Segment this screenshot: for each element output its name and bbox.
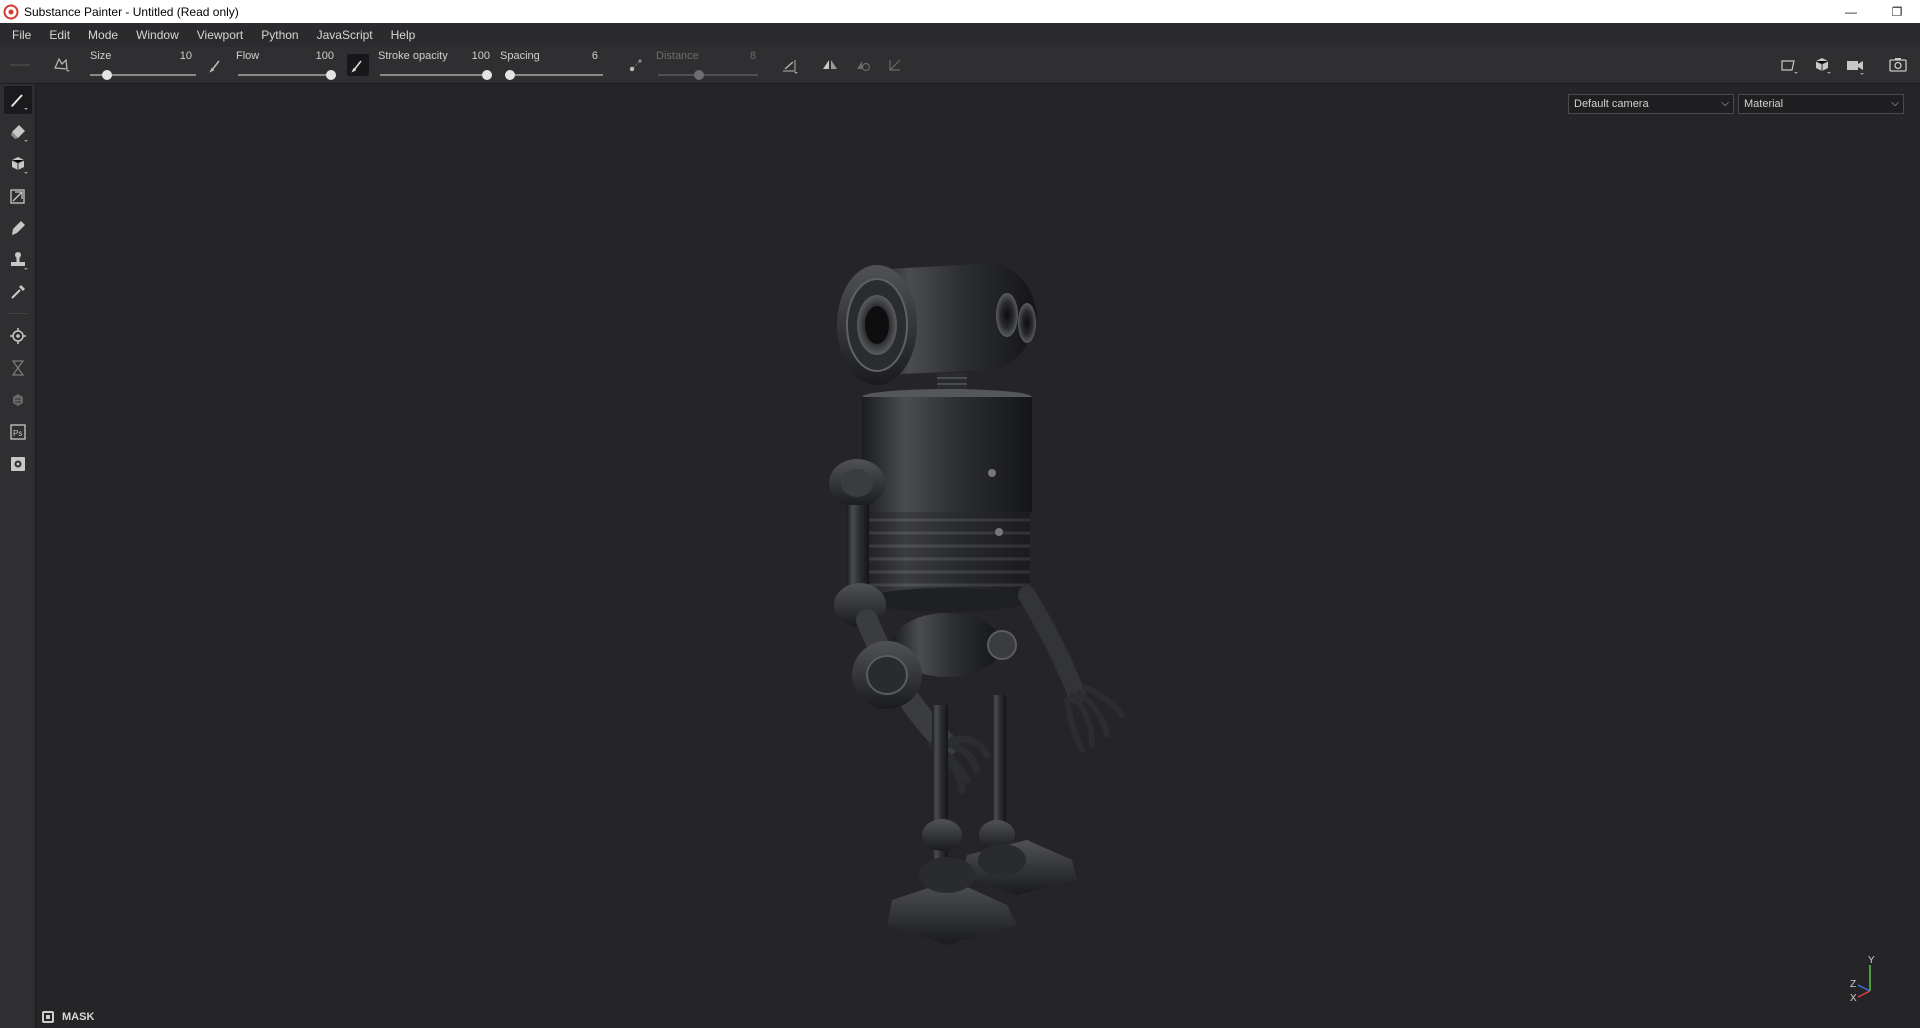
symmetry-options-icon [852, 54, 874, 76]
camera-dropdown-value: Default camera [1574, 98, 1649, 110]
chevron-down-icon: ⌵ [1891, 98, 1899, 109]
clone-stamp-icon[interactable] [4, 246, 32, 274]
tool-options-bar: Size 10 Flow 100 Stroke opacity 100 Spac… [0, 47, 1920, 84]
viewport-mode-dropdown[interactable]: Material ⌵ [1738, 94, 1904, 114]
size-slider-thumb[interactable] [101, 70, 112, 80]
menu-python[interactable]: Python [252, 23, 307, 47]
size-value[interactable]: 10 [160, 50, 192, 62]
camera-view-icon[interactable] [1844, 54, 1866, 76]
camera-dropdown[interactable]: Default camera ⌵ [1568, 94, 1734, 114]
history-icon[interactable] [4, 354, 32, 382]
menu-edit[interactable]: Edit [40, 23, 79, 47]
distance-slider [658, 70, 758, 80]
3d-view-icon[interactable] [1811, 54, 1833, 76]
axis-x-label: X [1850, 993, 1857, 1003]
spacing-slider-thumb[interactable] [505, 70, 515, 80]
mask-checkbox[interactable] [42, 1011, 54, 1023]
bake-settings-icon[interactable] [4, 322, 32, 350]
polygon-fill-icon[interactable] [4, 182, 32, 210]
menu-window[interactable]: Window [127, 23, 188, 47]
title-bar: Substance Painter - Untitled (Read only)… [0, 0, 1920, 23]
chevron-down-icon: ⌵ [1721, 98, 1729, 109]
stroke-opacity-slider[interactable] [380, 70, 492, 80]
flow-pressure-icon[interactable] [205, 54, 227, 76]
smudge-icon[interactable] [4, 214, 32, 242]
spacing-value[interactable]: 6 [566, 50, 598, 62]
photoshop-icon[interactable]: Ps [4, 418, 32, 446]
menu-bar: File Edit Mode Window Viewport Python Ja… [0, 23, 1920, 47]
menu-viewport[interactable]: Viewport [188, 23, 252, 47]
paint-brush-icon[interactable] [4, 86, 32, 114]
spacing-slider[interactable] [505, 70, 603, 80]
menu-help[interactable]: Help [382, 23, 425, 47]
export-icon[interactable] [4, 450, 32, 478]
tool-separator [8, 313, 28, 314]
lazy-mouse-icon[interactable] [625, 54, 647, 76]
stroke-settings-icon[interactable] [778, 54, 800, 76]
symmetry-icon[interactable] [819, 54, 841, 76]
align-stroke-icon [884, 54, 906, 76]
flow-slider-thumb[interactable] [326, 70, 336, 80]
menu-file[interactable]: File [3, 23, 40, 47]
2d-view-icon[interactable] [1778, 54, 1800, 76]
tool-strip: Ps [0, 84, 36, 1028]
distance-value: 8 [749, 50, 756, 62]
color-picker-icon[interactable] [4, 278, 32, 306]
size-slider[interactable] [90, 70, 196, 80]
svg-text:Ps: Ps [13, 429, 22, 438]
flow-value[interactable]: 100 [300, 50, 334, 62]
brush-alpha-icon[interactable] [50, 54, 72, 76]
size-label: Size [90, 50, 112, 62]
menu-mode[interactable]: Mode [79, 23, 127, 47]
robot-3d-model [829, 263, 1125, 945]
mask-toggle[interactable]: MASK [42, 1009, 94, 1025]
projection-icon[interactable] [4, 150, 32, 178]
screenshot-icon[interactable] [1887, 54, 1909, 76]
substance-painter-window: Substance Painter - Untitled (Read only)… [0, 0, 1920, 1028]
effects-icon[interactable] [4, 386, 32, 414]
stroke-opacity-label: Stroke opacity [378, 50, 448, 62]
window-title: Substance Painter - Untitled (Read only) [24, 4, 239, 19]
minimize-button[interactable]: — [1828, 0, 1874, 23]
substance-painter-logo-icon [3, 4, 19, 19]
axis-y-label: Y [1868, 955, 1875, 966]
3d-viewport[interactable]: Default camera ⌵ Material ⌵ Y Z X MASK [37, 85, 1920, 1028]
stroke-opacity-value[interactable]: 100 [456, 50, 490, 62]
flow-label: Flow [236, 50, 260, 62]
stroke-opacity-slider-thumb[interactable] [482, 70, 492, 80]
axis-gizmo: Y Z X [1850, 955, 1875, 1003]
toolbar-handle [4, 55, 34, 75]
eraser-icon[interactable] [4, 118, 32, 146]
flow-slider[interactable] [238, 70, 336, 80]
axis-z-label: Z [1850, 979, 1856, 990]
spacing-label: Spacing [500, 50, 540, 62]
mask-label: MASK [62, 1011, 95, 1023]
viewport-mode-value: Material [1744, 98, 1784, 110]
stroke-opacity-pressure-icon[interactable] [347, 54, 369, 76]
distance-slider-thumb [694, 70, 704, 80]
restore-button[interactable]: ❐ [1874, 0, 1920, 23]
menu-javascript[interactable]: JavaScript [308, 23, 382, 47]
distance-label: Distance [656, 50, 699, 62]
